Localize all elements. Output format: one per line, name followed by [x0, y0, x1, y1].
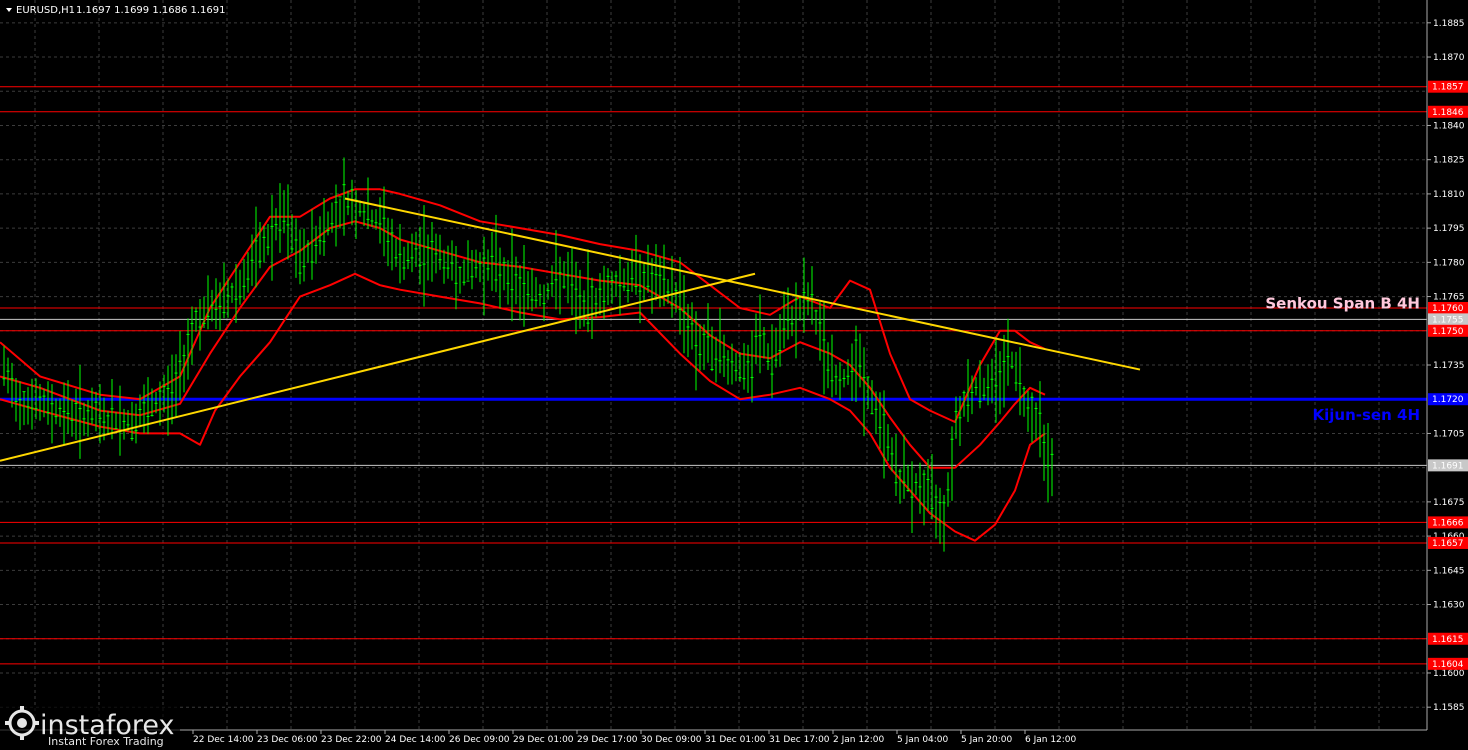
watermark: instaforex Instant Forex Trading	[0, 706, 180, 750]
y-tick-label: 1.1630	[1433, 601, 1465, 611]
chart-header: EURUSD,H1 1.1697 1.1699 1.1686 1.1691	[6, 5, 226, 16]
level-tag-label: 1.1657	[1432, 539, 1464, 549]
level-tag-label: 1.1604	[1432, 660, 1464, 670]
level-tag-label: 1.1615	[1432, 635, 1464, 645]
x-tick-label: 30 Dec 09:00	[641, 735, 702, 745]
x-tick-label: 29 Dec 01:00	[513, 735, 574, 745]
x-tick-label: 2 Jan 12:00	[833, 735, 885, 745]
y-axis-ticks: 1.1885 1.1870 1.1840 1.1825 1.1810 1.1795 1.17…	[1427, 19, 1465, 713]
y-tick-label: 1.1600	[1433, 669, 1465, 679]
x-tick-label: 23 Dec 22:00	[321, 735, 382, 745]
y-tick-label: 1.1840	[1433, 121, 1465, 131]
x-tick-label: 22 Dec 14:00	[193, 735, 254, 745]
y-tick-label: 1.1675	[1433, 498, 1465, 508]
y-tick-label: 1.1810	[1433, 190, 1465, 200]
y-tick-label: 1.1795	[1433, 224, 1465, 234]
level-tag-label: 1.1691	[1432, 461, 1464, 471]
ohlc-values: 1.1697 1.1699 1.1686 1.1691	[76, 5, 226, 16]
level-tag-label: 1.1755	[1432, 315, 1464, 325]
x-tick-label: 31 Dec 17:00	[769, 735, 830, 745]
annotation-label: Kijun-sen 4H	[1313, 406, 1420, 424]
y-tick-label: 1.1645	[1433, 566, 1465, 576]
x-tick-label: 6 Jan 12:00	[1025, 735, 1077, 745]
x-tick-label: 23 Dec 06:00	[257, 735, 318, 745]
level-tag-label: 1.1857	[1432, 83, 1464, 93]
level-tag-label: 1.1666	[1432, 518, 1464, 528]
x-tick-label: 5 Jan 04:00	[897, 735, 949, 745]
x-tick-label: 29 Dec 17:00	[577, 735, 638, 745]
brand-tagline: Instant Forex Trading	[48, 735, 164, 748]
y-tick-label: 1.1735	[1433, 361, 1465, 371]
x-tick-label: 5 Jan 20:00	[961, 735, 1013, 745]
y-tick-label: 1.1585	[1433, 703, 1465, 713]
y-tick-label: 1.1885	[1433, 19, 1465, 29]
y-tick-label: 1.1780	[1433, 258, 1465, 268]
level-tag-label: 1.1846	[1432, 108, 1464, 118]
level-tag-label: 1.1750	[1432, 327, 1464, 337]
annotation-label: Senkou Span B 4H	[1265, 294, 1420, 312]
y-tick-label: 1.1825	[1433, 156, 1465, 166]
y-tick-label: 1.1765	[1433, 293, 1465, 303]
symbol-label: EURUSD,H1	[16, 5, 75, 16]
chart-background	[0, 0, 1468, 750]
x-tick-label: 24 Dec 14:00	[385, 735, 446, 745]
x-tick-label: 26 Dec 09:00	[449, 735, 510, 745]
level-tag-label: 1.1720	[1432, 395, 1464, 405]
y-tick-label: 1.1870	[1433, 53, 1465, 63]
x-tick-label: 31 Dec 01:00	[705, 735, 766, 745]
price-chart: Senkou Span B 4H Kijun-sen 4H 1.1885 1.187…	[0, 0, 1468, 750]
level-tag-label: 1.1760	[1432, 304, 1464, 314]
y-tick-label: 1.1705	[1433, 429, 1465, 439]
